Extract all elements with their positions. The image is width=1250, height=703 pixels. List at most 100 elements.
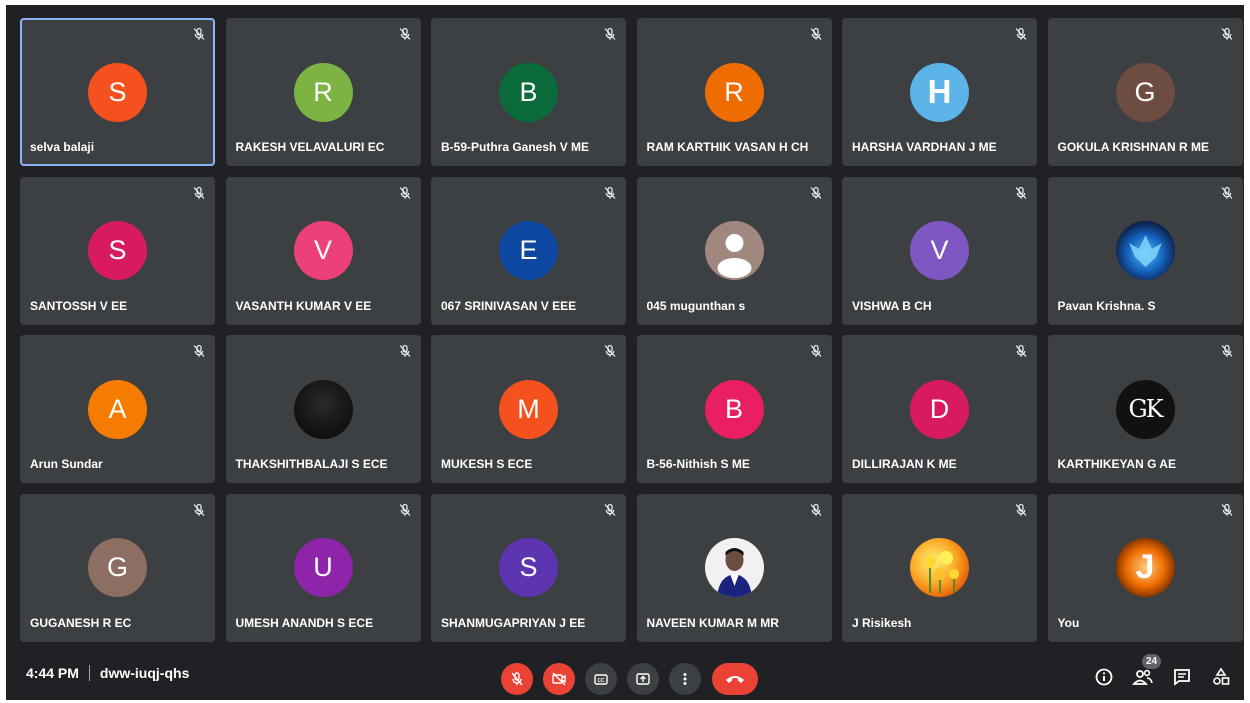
activities-button[interactable] (1209, 665, 1233, 689)
participant-name: You (1057, 615, 1080, 630)
more-options-button[interactable] (669, 663, 701, 695)
meeting-details-button[interactable] (1092, 665, 1116, 689)
participant-tile[interactable]: G GUGANESH R EC (20, 493, 215, 642)
avatar: S (88, 221, 147, 280)
participant-tile[interactable]: A Arun Sundar (20, 335, 215, 483)
avatar: G (1115, 62, 1175, 122)
avatar-initial: R (313, 76, 333, 107)
mic-off-icon (193, 186, 205, 199)
profile-photo-image (716, 548, 752, 597)
participant-tile[interactable]: NAVEEN KUMAR M MR (636, 493, 832, 642)
bottom-toolbar: 4:44 PM dww-iuqj-qhs CC 24 (6, 648, 1244, 700)
participant-tile[interactable]: D DILLIRAJAN K ME (842, 335, 1037, 483)
leave-call-button[interactable] (712, 663, 758, 695)
participant-name: RAKESH VELAVALURI EC (235, 140, 385, 154)
mic-off-icon (511, 672, 523, 686)
participant-tile[interactable]: GK KARTHIKEYAN G AE (1047, 335, 1243, 483)
participant-tile[interactable]: E 067 SRINIVASAN V EEE (431, 176, 626, 325)
mic-toggle-button[interactable] (501, 663, 533, 695)
people-icon (1132, 669, 1153, 685)
participant-tile[interactable]: B B-56-Nithish S ME (636, 335, 832, 483)
avatar-initial: V (313, 235, 332, 265)
participant-name: VISHWA B CH (852, 298, 932, 313)
participant-tile[interactable]: 045 mugunthan s (636, 176, 832, 325)
mic-off-icon (604, 344, 616, 357)
participant-name: B-56-Nithish S ME (646, 457, 750, 471)
participant-tile[interactable]: V VASANTH KUMAR V EE (225, 176, 421, 325)
avatar: V (293, 221, 353, 280)
avatar: V (910, 221, 969, 280)
mic-off-icon (810, 344, 821, 357)
participant-tile[interactable]: G GOKULA KRISHNAN R ME (1047, 18, 1243, 166)
svg-text:CC: CC (597, 678, 605, 684)
meeting-code: dww-iuqj-qhs (99, 665, 190, 681)
participant-name: KARTHIKEYAN G AE (1057, 457, 1176, 471)
participant-tile[interactable]: J Risikesh (842, 493, 1037, 642)
participant-tile[interactable]: M MUKESH S ECE (431, 335, 626, 483)
flowers-image (924, 551, 959, 593)
mic-off-icon (604, 27, 616, 40)
info-icon (1095, 668, 1113, 686)
phoenix-image (1128, 235, 1162, 267)
mic-off-icon (810, 186, 821, 199)
avatar: G (88, 538, 147, 597)
avatar: U (293, 538, 353, 597)
participant-tile[interactable]: Pavan Krishna. S (1047, 176, 1243, 325)
participant-tile[interactable]: Sselva balaji (20, 18, 215, 166)
participant-name: 067 SRINIVASAN V EEE (441, 298, 577, 313)
participant-tile[interactable]: U UMESH ANANDH S ECE (225, 493, 421, 642)
participant-tile[interactable]: R RAKESH VELAVALURI EC (225, 18, 421, 166)
participant-name: 045 mugunthan s (646, 298, 746, 313)
camera-toggle-button[interactable] (543, 663, 575, 695)
avatar-initial: R (724, 76, 744, 107)
participant-name: NAVEEN KUMAR M MR (646, 615, 779, 630)
participant-tile[interactable]: R RAM KARTHIK VASAN H CH (636, 18, 832, 166)
avatar (704, 538, 764, 597)
captions-button[interactable]: CC (585, 663, 617, 695)
captions-icon: CC (594, 674, 608, 685)
avatar: E (499, 221, 558, 280)
avatar: R (293, 62, 353, 122)
participant-tile[interactable]: B B-59-Puthra Ganesh V ME (431, 18, 626, 166)
mic-off-icon (1015, 503, 1027, 516)
avatar-initial: GK (1128, 395, 1163, 423)
participant-name: Arun Sundar (30, 457, 103, 471)
avatar: J (1115, 538, 1175, 597)
avatar (910, 538, 969, 597)
mic-off-icon (399, 503, 410, 516)
avatar-initial: H (927, 73, 952, 110)
mic-off-icon (399, 27, 410, 40)
participant-tile[interactable]: V VISHWA B CH (842, 176, 1037, 325)
dark-photo-image (293, 379, 353, 439)
avatar: A (88, 379, 147, 439)
avatar-initial: G (1134, 76, 1156, 107)
participant-name: RAM KARTHIK VASAN H CH (646, 140, 809, 154)
participant-name: UMESH ANANDH S ECE (235, 615, 374, 630)
avatar-initial: A (108, 393, 127, 424)
avatar: R (704, 62, 764, 122)
avatar: B (499, 62, 558, 122)
participant-name: SHANMUGAPRIYAN J EE (441, 615, 586, 630)
meeting-details: 4:44 PM dww-iuqj-qhs (26, 665, 189, 681)
mic-off-icon (1221, 344, 1232, 357)
mic-off-icon (1015, 27, 1027, 40)
participant-tile[interactable]: S SHANMUGAPRIYAN J EE (431, 493, 626, 642)
participant-tile[interactable]: S SANTOSSH V EE (20, 176, 215, 325)
chat-button[interactable] (1170, 665, 1194, 689)
participant-name: VASANTH KUMAR V EE (235, 298, 372, 313)
meeting-time: 4:44 PM (26, 665, 79, 681)
participant-name: B-59-Puthra Ganesh V ME (441, 140, 590, 154)
participant-tile[interactable]: THAKSHITHBALAJI S ECE (225, 335, 421, 483)
participant-count-badge: 24 (1142, 654, 1161, 669)
mic-off-icon (193, 344, 205, 357)
participant-tile[interactable]: H HARSHA VARDHAN J ME (842, 18, 1037, 166)
participant-tile[interactable]: J You (1047, 493, 1243, 642)
mic-off-icon (1015, 186, 1027, 199)
avatar-initial: M (517, 393, 540, 424)
avatar-initial: E (519, 235, 538, 265)
avatar-initial: S (519, 552, 538, 582)
camera-off-icon (552, 672, 566, 686)
present-button[interactable] (627, 663, 659, 695)
participant-name: GOKULA KRISHNAN R ME (1057, 140, 1210, 154)
avatar (1115, 221, 1175, 280)
